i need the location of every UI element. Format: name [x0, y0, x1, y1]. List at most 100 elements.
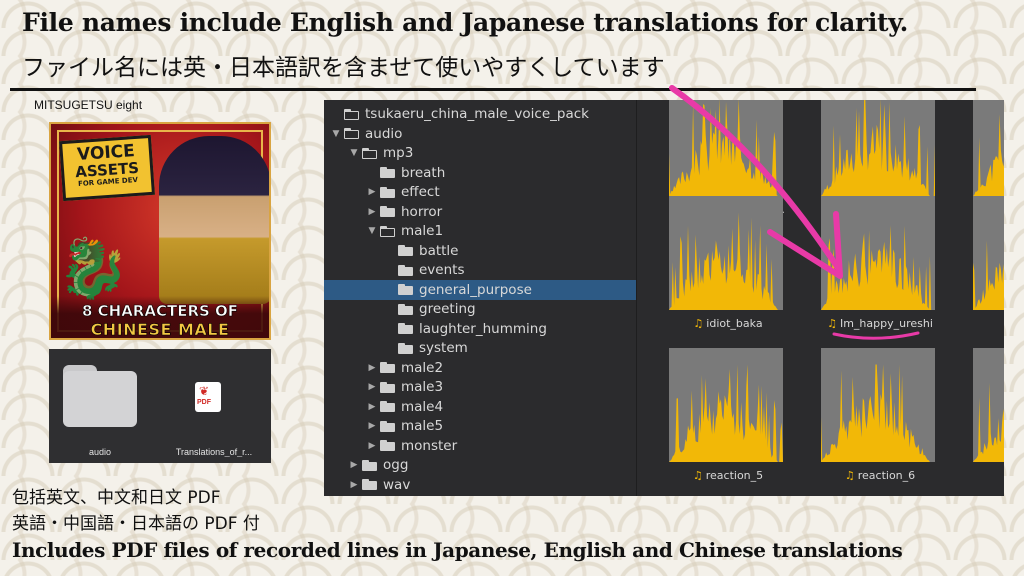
tree-item-label: male4 — [401, 398, 444, 415]
waveform-thumbnail[interactable] — [669, 348, 783, 462]
headline-japanese: ファイル名には英・日本語訳を含ませて使いやすくしています — [22, 55, 665, 81]
tree-item-label: horror — [401, 203, 443, 220]
tree-item-ogg[interactable]: ▶ ogg — [324, 455, 636, 475]
footer-chinese: 包括英文、中文和日文 PDF — [12, 488, 221, 508]
banner-line-1: 8 CHARACTERS OF — [81, 302, 239, 321]
chevron-down-icon[interactable]: ▼ — [348, 148, 360, 158]
tree-item-label: breath — [401, 164, 446, 181]
folder-tree: ▶tsukaeru_china_male_voice_pack▼audio▼mp… — [324, 100, 636, 496]
audio-file-name[interactable]: ♫ Im_happy_ureshi — [815, 317, 945, 330]
tree-item-label: male5 — [401, 418, 444, 434]
audio-file-name[interactable]: ♫ reaction_5 — [663, 469, 793, 482]
tree-item-greeting[interactable]: ▶greeting — [324, 299, 636, 319]
folder-open-icon — [380, 225, 395, 237]
folder-icon — [380, 381, 395, 393]
pdf-icon[interactable]: ❦ PDF — [195, 382, 221, 412]
audio-file-name[interactable]: ♫ reaction_6 — [815, 469, 945, 482]
folder-icon — [380, 167, 395, 178]
music-note-icon: ♫ — [692, 469, 703, 482]
tree-item-general-purpose[interactable]: ▶general_purpose — [324, 279, 636, 300]
tree-item-tsukaeru-china-male-voice-pack[interactable]: ▶tsukaeru_china_male_voice_pack — [324, 104, 636, 124]
tree-item-effect[interactable]: ▶ effect — [324, 182, 636, 202]
chevron-right-icon[interactable]: ▶ — [366, 363, 378, 373]
tree-item-label: system — [419, 340, 468, 356]
chevron-right-icon[interactable]: ▶ — [366, 421, 378, 431]
folder-icon — [398, 323, 413, 334]
tree-item-label: battle — [419, 242, 459, 259]
divider-line — [10, 88, 976, 91]
chevron-right-icon[interactable]: ▶ — [366, 402, 378, 412]
pane-divider[interactable] — [636, 100, 637, 496]
tree-item-breath[interactable]: ▶breath — [324, 163, 636, 183]
tree-item-label: effect — [401, 184, 440, 200]
voice-assets-badge: VOICE ASSETS FOR GAME DEV — [59, 134, 155, 202]
waveform-thumbnail[interactable] — [973, 100, 1004, 196]
folder-icon — [380, 362, 395, 373]
headline-english: File names include English and Japanese … — [22, 8, 909, 37]
waveform-thumbnail[interactable] — [973, 348, 1004, 462]
chevron-right-icon[interactable]: ▶ — [348, 480, 360, 490]
folder-icon — [398, 284, 413, 295]
tree-item-events[interactable]: ▶events — [324, 260, 636, 280]
waveform-thumbnail[interactable] — [821, 196, 935, 310]
folder-icon — [398, 342, 413, 354]
chevron-right-icon[interactable]: ▶ — [366, 187, 378, 197]
waveform-thumbnail[interactable] — [669, 100, 783, 196]
tree-item-mp3[interactable]: ▼ mp3 — [324, 143, 636, 163]
tree-item-laughter-humming[interactable]: ▶laughter_humming — [324, 319, 636, 339]
chevron-right-icon[interactable]: ▶ — [366, 382, 378, 392]
folder-open-icon — [344, 128, 359, 139]
file-name-text: Im_happy_ureshi — [839, 317, 933, 330]
waveform-thumbnail[interactable] — [821, 100, 935, 196]
tree-item-monster[interactable]: ▶ monster — [324, 436, 636, 456]
tree-item-battle[interactable]: ▶battle — [324, 241, 636, 261]
folder-icon — [380, 401, 395, 412]
folder-label[interactable]: audio — [63, 447, 137, 457]
pdf-file-label[interactable]: Translations_of_r... — [161, 447, 267, 457]
tree-item-label: male1 — [401, 223, 444, 239]
music-note-icon: ♫ — [693, 317, 704, 330]
folder-icon — [362, 479, 377, 490]
tree-item-male5[interactable]: ▶ male5 — [324, 416, 636, 436]
brand-label: MITSUGETSU eight — [34, 98, 143, 112]
chevron-right-icon[interactable]: ▶ — [348, 460, 360, 470]
file-name-text: reaction_6 — [857, 469, 916, 482]
folder-icon — [398, 264, 413, 276]
tree-item-wav[interactable]: ▶ wav — [324, 475, 636, 495]
tree-item-label: ogg — [383, 457, 409, 473]
tree-item-label: male3 — [401, 379, 444, 395]
tree-item-label: events — [419, 262, 465, 278]
tree-item-label: tsukaeru_china_male_voice_pack — [365, 106, 589, 122]
tree-item-male4[interactable]: ▶ male4 — [324, 397, 636, 417]
audio-file-name[interactable]: ♫ idiot_baka — [663, 317, 793, 330]
tree-item-male1[interactable]: ▼ male1 — [324, 221, 636, 241]
folder-icon[interactable] — [63, 365, 137, 427]
folder-open-icon — [362, 147, 377, 159]
music-note-icon: ♫ — [827, 317, 837, 330]
tree-item-male2[interactable]: ▶ male2 — [324, 358, 636, 378]
tree-item-label: mp3 — [383, 145, 414, 161]
waveform-thumbnail[interactable] — [973, 196, 1004, 310]
tree-item-male3[interactable]: ▶ male3 — [324, 377, 636, 397]
chevron-down-icon[interactable]: ▼ — [330, 129, 342, 139]
footer-japanese: 英語・中国語・日本語の PDF 付 — [12, 514, 260, 534]
folder-icon — [380, 206, 395, 217]
chevron-down-icon[interactable]: ▼ — [366, 226, 378, 236]
tree-item-label: wav — [383, 476, 411, 493]
tree-item-system[interactable]: ▶system — [324, 338, 636, 358]
chevron-right-icon[interactable]: ▶ — [366, 441, 378, 451]
music-note-icon: ♫ — [844, 469, 855, 482]
folder-icon — [362, 459, 377, 471]
waveform-thumbnail[interactable] — [669, 196, 783, 310]
banner-line-2: CHINESE MALE — [90, 320, 230, 339]
tree-item-label: general_purpose — [419, 281, 532, 298]
folder-icon — [398, 245, 413, 256]
tree-item-audio[interactable]: ▼ audio — [324, 124, 636, 144]
mini-file-panel: audio ❦ PDF Translations_of_r... — [49, 349, 271, 463]
folder-icon — [380, 420, 395, 432]
dragon-icon: 🐉 — [57, 234, 130, 302]
folder-open-icon — [344, 108, 359, 120]
waveform-thumbnail[interactable] — [821, 348, 935, 462]
tree-item-horror[interactable]: ▶ horror — [324, 202, 636, 222]
chevron-right-icon[interactable]: ▶ — [366, 207, 378, 217]
